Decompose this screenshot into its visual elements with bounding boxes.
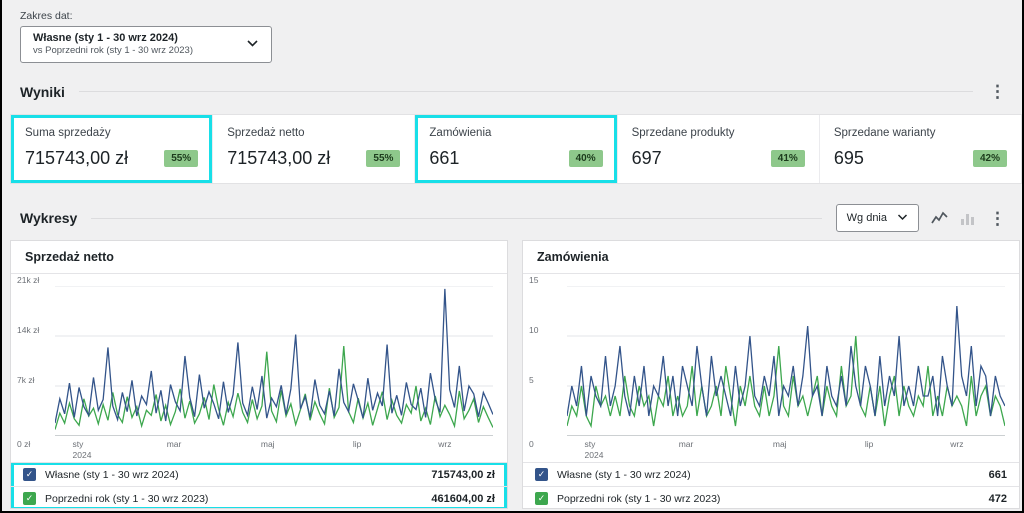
y-tick-label: 7k zł bbox=[17, 375, 53, 385]
legend-checkbox[interactable]: ✓ bbox=[23, 468, 36, 481]
legend-row-previous[interactable]: ✓ Poprzedni rok (sty 1 - 30 wrz 2023) 47… bbox=[523, 486, 1019, 509]
charts-header: Wykresy Wg dnia ⋮ bbox=[20, 204, 1008, 232]
change-badge: 55% bbox=[164, 150, 198, 167]
x-tick-label: mar bbox=[679, 439, 694, 449]
bar-chart-icon[interactable] bbox=[960, 211, 975, 226]
legend-checkbox[interactable]: ✓ bbox=[23, 492, 36, 505]
date-range-selected: Własne (sty 1 - 30 wrz 2024) vs Poprzedn… bbox=[33, 32, 193, 56]
card-value: 661 bbox=[429, 148, 459, 169]
legend-value: 661 bbox=[989, 469, 1007, 481]
chevron-down-icon bbox=[246, 35, 259, 53]
legend-label: Poprzedni rok (sty 1 - 30 wrz 2023) bbox=[557, 493, 980, 505]
date-range-primary: Własne (sty 1 - 30 wrz 2024) bbox=[33, 32, 193, 44]
orders-chart-panel: Zamówienia 15 10 5 0 sty mar maj lip wrz… bbox=[522, 240, 1020, 509]
card-sprzedane-warianty[interactable]: Sprzedane warianty 695 42% bbox=[820, 115, 1021, 183]
card-value: 715743,00 zł bbox=[25, 148, 128, 169]
card-label: Zamówienia bbox=[429, 127, 602, 139]
date-range-section: Zakres dat: Własne (sty 1 - 30 wrz 2024)… bbox=[2, 0, 1022, 63]
legend-checkbox[interactable]: ✓ bbox=[535, 468, 548, 481]
legend-checkbox[interactable]: ✓ bbox=[535, 492, 548, 505]
chevron-down-icon bbox=[897, 212, 908, 224]
x-axis-year-label: 2024 bbox=[585, 450, 604, 460]
results-header: Wyniki ⋮ bbox=[20, 83, 1008, 100]
legend-value: 472 bbox=[989, 493, 1007, 505]
orders-plot[interactable]: 15 10 5 0 sty mar maj lip wrz 2024 bbox=[567, 286, 1005, 462]
interval-select[interactable]: Wg dnia bbox=[836, 204, 919, 232]
y-tick-label: 14k zł bbox=[17, 325, 53, 335]
orders-legend: ✓ Własne (sty 1 - 30 wrz 2024) 661 ✓ Pop… bbox=[523, 462, 1019, 509]
card-label: Sprzedaż netto bbox=[227, 127, 400, 139]
chart-title: Zamówienia bbox=[523, 241, 1019, 274]
chart-panels: Sprzedaż netto 21k zł 14k zł 7k zł 0 zł … bbox=[10, 240, 1020, 509]
x-tick-label: lip bbox=[865, 439, 874, 449]
legend-label: Własne (sty 1 - 30 wrz 2024) bbox=[557, 469, 980, 481]
x-axis-labels: sty mar maj lip wrz 2024 bbox=[567, 436, 1005, 462]
change-badge: 40% bbox=[569, 150, 603, 167]
net-sales-legend: ✓ Własne (sty 1 - 30 wrz 2024) 715743,00… bbox=[11, 462, 507, 509]
x-axis-labels: sty mar maj lip wrz 2024 bbox=[55, 436, 493, 462]
card-value: 715743,00 zł bbox=[227, 148, 330, 169]
charts-kebab-menu-icon[interactable]: ⋮ bbox=[987, 210, 1008, 227]
change-badge: 41% bbox=[771, 150, 805, 167]
card-zamowienia[interactable]: Zamówienia 661 40% bbox=[415, 115, 617, 183]
card-value: 697 bbox=[632, 148, 662, 169]
legend-value: 715743,00 zł bbox=[431, 469, 495, 481]
divider bbox=[79, 91, 973, 92]
card-label: Sprzedane warianty bbox=[834, 127, 1007, 139]
results-title: Wyniki bbox=[20, 84, 65, 100]
x-tick-label: maj bbox=[261, 439, 275, 449]
x-tick-label: wrz bbox=[950, 439, 963, 449]
charts-title: Wykresy bbox=[20, 210, 77, 226]
x-axis-year-label: 2024 bbox=[73, 450, 92, 460]
legend-label: Własne (sty 1 - 30 wrz 2024) bbox=[45, 469, 422, 481]
legend-label: Poprzedni rok (sty 1 - 30 wrz 2023) bbox=[45, 493, 422, 505]
date-range-label: Zakres dat: bbox=[20, 10, 1022, 22]
x-tick-label: maj bbox=[773, 439, 787, 449]
y-tick-label: 0 bbox=[529, 439, 565, 449]
interval-selected-label: Wg dnia bbox=[847, 212, 887, 224]
card-sprzedane-produkty[interactable]: Sprzedane produkty 697 41% bbox=[618, 115, 820, 183]
y-tick-label: 21k zł bbox=[17, 275, 53, 285]
results-cards: Suma sprzedaży 715743,00 zł 55% Sprzedaż… bbox=[10, 114, 1022, 184]
date-range-secondary: vs Poprzedni rok (sty 1 - 30 wrz 2023) bbox=[33, 45, 193, 56]
card-sprzedaz-netto[interactable]: Sprzedaż netto 715743,00 zł 55% bbox=[213, 115, 415, 183]
y-tick-label: 0 zł bbox=[17, 439, 53, 449]
line-chart-icon[interactable] bbox=[931, 211, 948, 226]
y-tick-label: 5 bbox=[529, 375, 565, 385]
x-tick-label: sty bbox=[585, 439, 596, 449]
divider bbox=[91, 218, 821, 219]
y-tick-label: 15 bbox=[529, 275, 565, 285]
change-badge: 42% bbox=[973, 150, 1007, 167]
card-label: Suma sprzedaży bbox=[25, 127, 198, 139]
line-chart[interactable] bbox=[567, 286, 1005, 436]
chart-controls: Wg dnia ⋮ bbox=[836, 204, 1008, 232]
chart-title: Sprzedaż netto bbox=[11, 241, 507, 274]
legend-row-current[interactable]: ✓ Własne (sty 1 - 30 wrz 2024) 715743,00… bbox=[11, 462, 507, 486]
analytics-page: Zakres dat: Własne (sty 1 - 30 wrz 2024)… bbox=[0, 0, 1024, 513]
net-sales-plot[interactable]: 21k zł 14k zł 7k zł 0 zł sty mar maj lip… bbox=[55, 286, 493, 462]
legend-value: 461604,00 zł bbox=[431, 493, 495, 505]
x-tick-label: lip bbox=[353, 439, 362, 449]
x-tick-label: mar bbox=[167, 439, 182, 449]
change-badge: 55% bbox=[366, 150, 400, 167]
net-sales-chart-panel: Sprzedaż netto 21k zł 14k zł 7k zł 0 zł … bbox=[10, 240, 508, 509]
card-value: 695 bbox=[834, 148, 864, 169]
y-tick-label: 10 bbox=[529, 325, 565, 335]
results-kebab-menu-icon[interactable]: ⋮ bbox=[987, 83, 1008, 100]
date-range-dropdown[interactable]: Własne (sty 1 - 30 wrz 2024) vs Poprzedn… bbox=[20, 26, 272, 63]
x-tick-label: sty bbox=[73, 439, 84, 449]
legend-row-current[interactable]: ✓ Własne (sty 1 - 30 wrz 2024) 661 bbox=[523, 462, 1019, 486]
card-label: Sprzedane produkty bbox=[632, 127, 805, 139]
card-suma-sprzedazy[interactable]: Suma sprzedaży 715743,00 zł 55% bbox=[11, 115, 213, 183]
line-chart[interactable] bbox=[55, 286, 493, 436]
x-tick-label: wrz bbox=[438, 439, 451, 449]
legend-row-previous[interactable]: ✓ Poprzedni rok (sty 1 - 30 wrz 2023) 46… bbox=[11, 486, 507, 509]
